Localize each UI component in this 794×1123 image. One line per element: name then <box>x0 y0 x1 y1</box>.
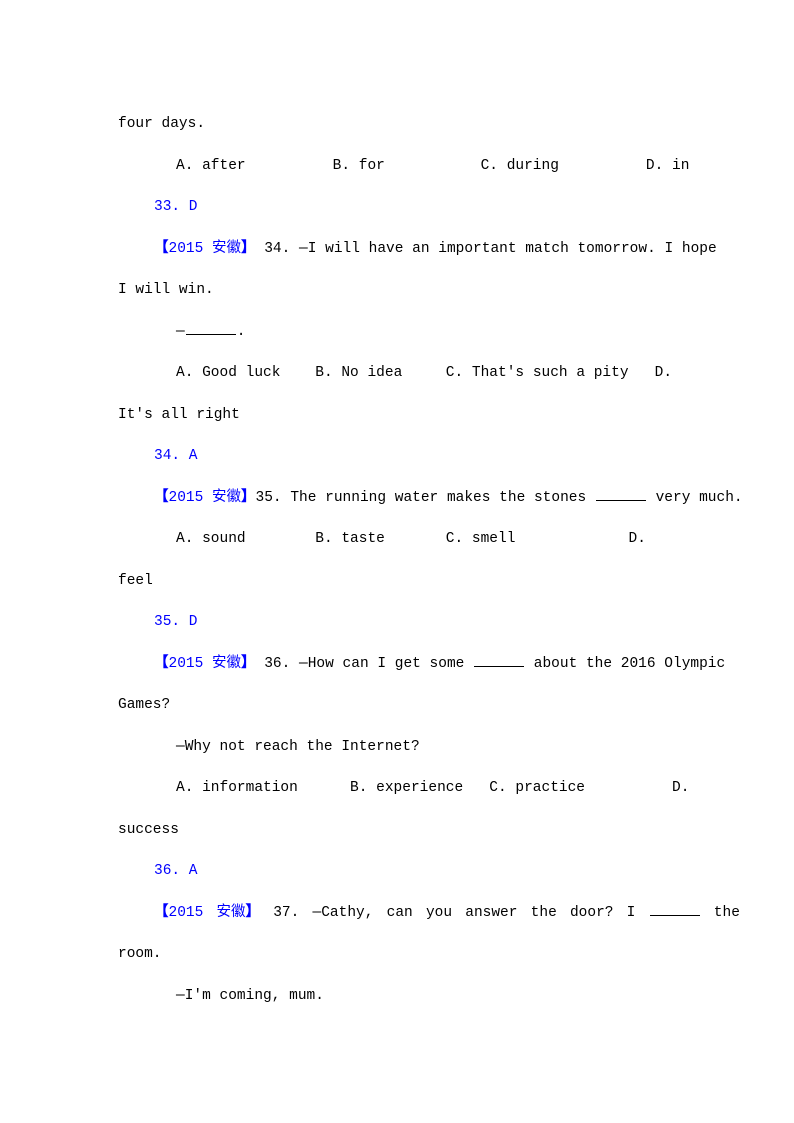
line-text: four days. <box>118 116 206 132</box>
options-row-q35: A. sound B. taste C. smell D. <box>118 519 676 561</box>
bracket-open-icon: 【 <box>154 655 169 672</box>
source-tag-label: 2015 安徽 <box>168 655 242 672</box>
dash-marker: — <box>176 323 185 340</box>
bracket-open-icon: 【 <box>154 489 169 506</box>
question-number: 35. <box>255 489 282 506</box>
option-text-a: sound <box>202 531 246 547</box>
answer-line-q36: 36. A <box>118 851 676 893</box>
option-letter-d: D. <box>672 780 690 796</box>
source-tag-label: 2015 安徽 <box>168 489 242 506</box>
option-letter-c: C. <box>445 531 464 547</box>
answer-text: 33. D <box>154 199 198 215</box>
stem-continuation-line: four days. <box>118 104 676 146</box>
source-tag-q35: 【2015 安徽】 <box>154 490 256 506</box>
option-text-b: experience <box>376 780 464 796</box>
option-letter-b: B. <box>332 157 351 174</box>
options-row-q36: A. information B. experience C. practice… <box>118 768 689 810</box>
question-number: 36. <box>264 655 291 672</box>
options-continuation-line: feel <box>118 561 676 603</box>
option-letter-c: C. <box>480 157 498 174</box>
option-text-b: taste <box>341 531 385 547</box>
bracket-close-icon: 】 <box>245 904 261 921</box>
question-text-after: very much. <box>655 489 743 506</box>
bracket-close-icon: 】 <box>241 655 256 672</box>
question-text-after: about the 2016 Olympic <box>533 655 726 672</box>
document-page: four days. A. after B. for C. during D. … <box>0 0 794 1123</box>
option-letter-b: B. <box>350 780 368 796</box>
option-letter-b: B. <box>315 365 333 381</box>
stem-line-q35: 【2015 安徽】35. The running water makes the… <box>118 478 743 520</box>
options-continuation-line: It's all right <box>118 395 676 437</box>
line-text: I will win. <box>118 282 214 298</box>
stem-line-q34: 【2015 安徽】 34. —I will have an important … <box>118 229 717 271</box>
answer-text: 36. A <box>154 863 198 879</box>
option-letter-d: D. <box>654 365 673 381</box>
question-number: 37. <box>273 904 300 921</box>
options-row-q33: A. after B. for C. during D. in <box>118 146 689 188</box>
source-tag-label: 2015 安徽 <box>168 904 246 921</box>
answer-line-q35: 35. D <box>118 602 676 644</box>
question-text-before: —Cathy, can you answer the door? I <box>312 904 636 921</box>
bracket-close-icon: 】 <box>241 489 256 506</box>
stem-continuation-line: room. <box>118 934 676 976</box>
fill-in-blank <box>595 486 646 501</box>
option-letter-d: D. <box>645 157 664 174</box>
source-tag-q37: 【2015 安徽】 <box>154 905 260 921</box>
line-text: —I'm coming, mum. <box>176 987 324 1004</box>
option-text-d: It's all right <box>118 406 240 423</box>
source-tag-q34: 【2015 安徽】 <box>154 241 256 257</box>
stem-continuation-line: I will win. <box>118 270 676 312</box>
reply-line-q37: —I'm coming, mum. <box>118 976 676 1018</box>
option-text-a: Good luck <box>202 365 281 381</box>
stem-line-q36: 【2015 安徽】 36. —How can I get some about … <box>118 644 725 686</box>
document-body: four days. A. after B. for C. during D. … <box>118 104 743 1018</box>
bracket-close-icon: 】 <box>241 240 256 257</box>
option-letter-c: C. <box>445 365 464 381</box>
question-text: —I will have an important match tomorrow… <box>299 240 717 257</box>
stem-line-q37: 【2015 安徽】 37. —Cathy, can you answer the… <box>118 893 740 935</box>
option-text-c: smell <box>471 531 516 547</box>
option-letter-c: C. <box>489 780 507 796</box>
option-text-a: information <box>202 780 298 796</box>
option-text-d: feel <box>118 572 153 589</box>
options-continuation-line: success <box>118 810 676 852</box>
option-letter-a: A. <box>176 365 194 381</box>
question-number: 34. <box>264 240 291 257</box>
answer-text: 34. A <box>154 448 198 464</box>
option-text-a: after <box>202 157 246 174</box>
line-text: room. <box>118 946 162 962</box>
question-text-after: the <box>713 904 740 921</box>
option-text-c: during <box>506 157 559 174</box>
question-text-before: —How can I get some <box>299 655 465 672</box>
fill-in-blank <box>474 652 525 667</box>
source-tag-label: 2015 安徽 <box>168 240 242 257</box>
option-text-c: practice <box>515 780 586 796</box>
reply-line-q34: —. <box>118 312 676 354</box>
question-text-before: The running water makes the stones <box>290 489 587 506</box>
option-letter-b: B. <box>315 531 333 547</box>
option-letter-a: A. <box>176 780 194 796</box>
option-letter-a: A. <box>176 157 194 174</box>
fill-in-blank <box>185 320 236 335</box>
option-text-d: success <box>118 821 179 838</box>
option-letter-a: A. <box>176 531 194 547</box>
fill-in-blank <box>649 901 700 916</box>
options-row-q34: A. Good luck B. No idea C. That's such a… <box>118 353 676 395</box>
bracket-open-icon: 【 <box>154 904 169 921</box>
answer-line-q34: 34. A <box>118 436 676 478</box>
line-text: —Why not reach the Internet? <box>176 738 420 755</box>
bracket-open-icon: 【 <box>154 240 169 257</box>
reply-line-q36: —Why not reach the Internet? <box>118 727 676 769</box>
source-tag-q36: 【2015 安徽】 <box>154 656 256 672</box>
period-mark: . <box>236 323 246 340</box>
option-letter-d: D. <box>628 531 646 547</box>
option-text-b: for <box>358 157 385 174</box>
line-text: Games? <box>118 697 171 713</box>
answer-line-q33: 33. D <box>118 187 676 229</box>
option-text-b: No idea <box>341 365 403 381</box>
answer-text: 35. D <box>154 614 198 630</box>
stem-continuation-line: Games? <box>118 685 676 727</box>
option-text-d: in <box>672 157 690 174</box>
option-text-c: That's such a pity <box>471 365 629 381</box>
